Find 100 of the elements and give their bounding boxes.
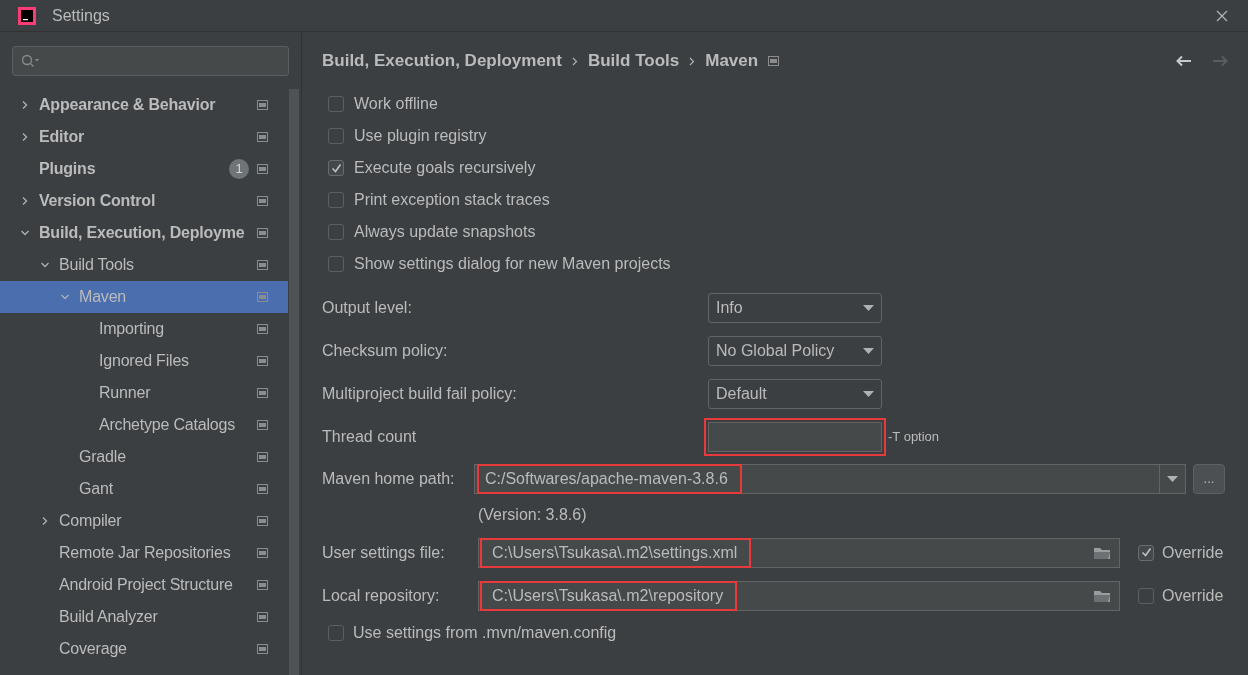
- tree-item[interactable]: Compiler: [0, 505, 288, 537]
- tree-label: Build Tools: [59, 255, 135, 275]
- maven-home-combo[interactable]: C:/Softwares/apache-maven-3.8.6: [474, 464, 1186, 494]
- chevron-down-icon[interactable]: [20, 228, 30, 238]
- page-icon: [257, 420, 268, 430]
- tree-label: Android Project Structure: [59, 575, 234, 595]
- tree-item[interactable]: Build Analyzer: [0, 601, 288, 633]
- tree-item[interactable]: Gradle: [0, 441, 288, 473]
- checkbox-label: Use settings from .mvn/maven.config: [353, 623, 617, 643]
- checkbox[interactable]: [328, 224, 344, 240]
- page-icon: [257, 132, 268, 142]
- tree-label: Archetype Catalogs: [99, 415, 237, 435]
- checkbox[interactable]: [1138, 544, 1154, 561]
- page-icon: [257, 260, 268, 270]
- field-label: Local repository:: [322, 585, 441, 606]
- field-label: Multiproject build fail policy:: [322, 383, 518, 404]
- path-value: C:\Users\Tsukasa\.m2\settings.xml: [480, 537, 752, 568]
- tree-item[interactable]: Gant: [0, 473, 288, 505]
- field-label: Thread count: [322, 426, 418, 447]
- page-icon: [257, 324, 268, 334]
- tree-item[interactable]: Build Tools: [0, 249, 288, 281]
- chevron-down-icon[interactable]: [60, 292, 70, 302]
- browse-button[interactable]: ...: [1193, 464, 1225, 494]
- folder-icon[interactable]: [1093, 588, 1111, 603]
- field-label: User settings file:: [322, 542, 446, 563]
- path-value: C:\Users\Tsukasa\.m2\repository: [480, 580, 738, 611]
- page-icon: [257, 356, 268, 366]
- folder-icon[interactable]: [1093, 545, 1111, 560]
- close-icon[interactable]: [1216, 9, 1228, 22]
- page-icon: [257, 228, 268, 238]
- tree-item[interactable]: Build, Execution, Deployme: [0, 217, 288, 249]
- dropdown[interactable]: No Global Policy: [708, 335, 882, 366]
- checkbox[interactable]: [328, 160, 344, 176]
- tree-label: Editor: [39, 127, 86, 147]
- checkbox[interactable]: [328, 96, 344, 112]
- checkbox-label: Override: [1162, 585, 1224, 606]
- checkbox-label: Work offline: [354, 94, 438, 114]
- checkbox-label: Use plugin registry: [354, 126, 487, 146]
- checkbox[interactable]: [328, 128, 344, 144]
- page-icon: [257, 452, 268, 462]
- checkbox-label: Print exception stack traces: [354, 190, 550, 210]
- chevron-right-icon[interactable]: [20, 196, 30, 206]
- page-icon: [257, 644, 268, 654]
- tree-label: Ignored Files: [99, 351, 190, 371]
- checkbox-label: Show settings dialog for new Maven projects: [354, 254, 671, 274]
- tree-label: Gradle: [79, 447, 127, 467]
- chevron-right-icon[interactable]: [20, 100, 30, 110]
- scrollbar[interactable]: [289, 89, 299, 675]
- page-icon: [257, 292, 268, 302]
- path-field[interactable]: C:\Users\Tsukasa\.m2\repository: [478, 580, 1120, 611]
- dropdown[interactable]: Default: [708, 378, 882, 409]
- chevron-right-icon: [571, 56, 578, 66]
- checkbox-label: Always update snapshots: [354, 222, 536, 242]
- dropdown[interactable]: Info: [708, 292, 882, 323]
- tree-item[interactable]: Ignored Files: [0, 345, 288, 377]
- search-icon: [21, 54, 41, 68]
- dropdown-arrow-icon: [863, 304, 874, 311]
- tree-item[interactable]: Version Control: [0, 185, 288, 217]
- breadcrumb-item: Maven: [705, 50, 759, 73]
- tree-label: Gant: [79, 479, 114, 499]
- tree-label: Runner: [99, 383, 152, 403]
- tree-item[interactable]: Archetype Catalogs: [0, 409, 288, 441]
- tree-item[interactable]: Appearance & Behavior: [0, 89, 288, 121]
- tree-label: Build, Execution, Deployme: [39, 223, 246, 243]
- tree-item[interactable]: Plugins 1: [0, 153, 288, 185]
- checkbox-label: Execute goals recursively: [354, 158, 536, 178]
- breadcrumb-item: Build, Execution, Deployment: [322, 50, 562, 73]
- page-icon: [257, 548, 268, 558]
- chevron-down-icon[interactable]: [40, 260, 50, 270]
- tree-label: Coverage: [59, 639, 128, 659]
- checkbox[interactable]: [1138, 587, 1154, 604]
- tree-item[interactable]: Importing: [0, 313, 288, 345]
- page-icon: [257, 516, 268, 526]
- checkbox[interactable]: [328, 192, 344, 208]
- tree-label: Appearance & Behavior: [39, 95, 217, 115]
- tree-label: Importing: [99, 319, 165, 339]
- tree-item[interactable]: Editor: [0, 121, 288, 153]
- tree-item[interactable]: Runner: [0, 377, 288, 409]
- tree-label: Compiler: [59, 511, 123, 531]
- tree-item[interactable]: Remote Jar Repositories: [0, 537, 288, 569]
- breadcrumb-item: Build Tools: [587, 50, 680, 73]
- tree-label: Build Analyzer: [59, 607, 159, 627]
- path-field[interactable]: C:\Users\Tsukasa\.m2\settings.xml: [478, 537, 1120, 568]
- field-label: Checksum policy:: [322, 340, 449, 361]
- tree-item[interactable]: Android Project Structure: [0, 569, 288, 601]
- page-icon: [768, 56, 780, 66]
- dropdown-arrow-icon: [1167, 476, 1178, 482]
- page-icon: [257, 580, 268, 590]
- search-field[interactable]: [12, 46, 289, 76]
- tree-label: Version Control: [39, 191, 157, 211]
- back-arrow-icon[interactable]: [1176, 55, 1192, 67]
- chevron-right-icon[interactable]: [20, 132, 30, 142]
- page-icon: [257, 196, 268, 206]
- checkmark-icon: [330, 162, 342, 174]
- checkbox[interactable]: [328, 256, 344, 272]
- checkbox[interactable]: [328, 625, 344, 641]
- chevron-right-icon[interactable]: [40, 516, 50, 526]
- combo-value: C:/Softwares/apache-maven-3.8.6: [477, 464, 742, 494]
- tree-item[interactable]: Coverage: [0, 633, 288, 665]
- tree-label: Remote Jar Repositories: [59, 543, 232, 563]
